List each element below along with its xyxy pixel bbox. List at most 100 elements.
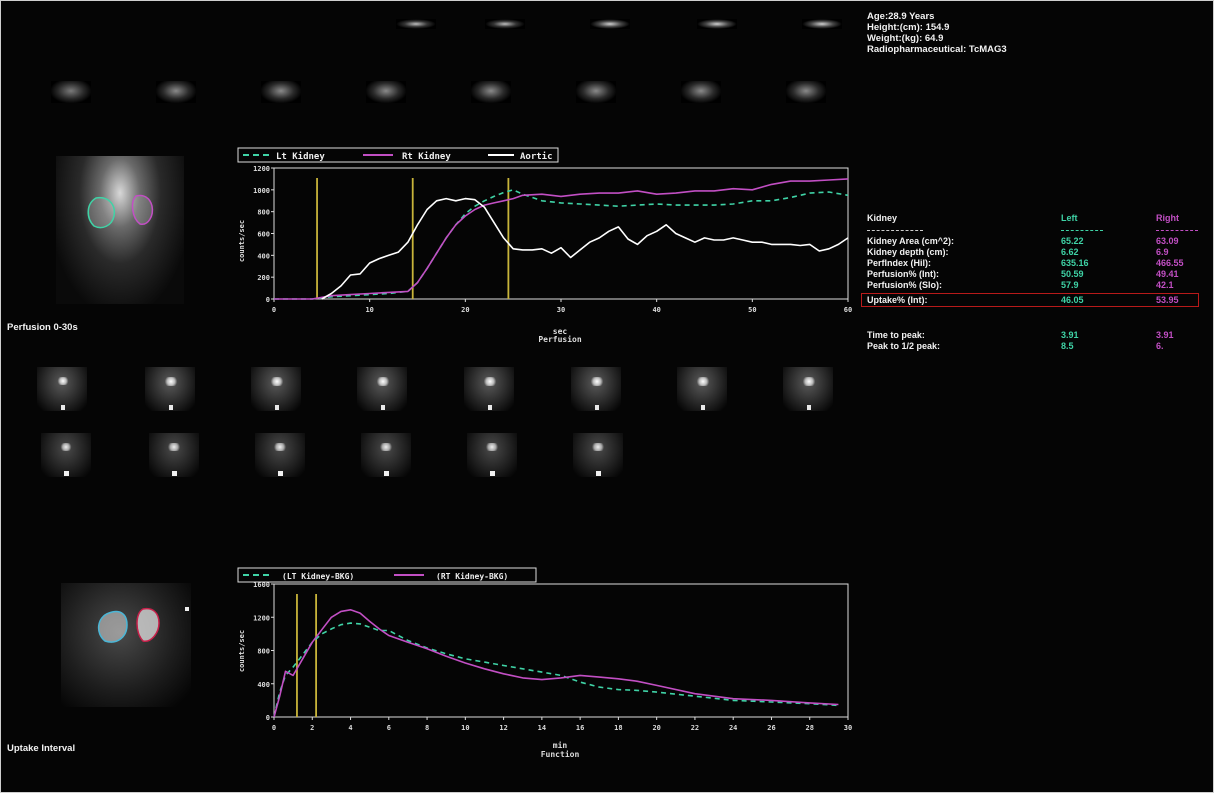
header-rule-right: [1156, 230, 1198, 231]
right-kidney-roi: [131, 194, 154, 225]
frame-thumbnail: [677, 367, 727, 411]
frame-thumbnail: [464, 367, 514, 411]
row-right-value: 6.9: [1156, 247, 1169, 257]
function-ylabel: counts/sec: [238, 630, 246, 672]
y-tick-label: 600: [257, 231, 270, 239]
header-rule-left: [1061, 230, 1103, 231]
left-kidney-roi: [87, 196, 116, 229]
frame-thumbnail: [590, 19, 630, 29]
frame-thumbnail: [802, 19, 842, 29]
frame-thumbnail: [396, 19, 436, 29]
row-label: Kidney depth (cm):: [867, 247, 949, 257]
legend-label-rt-kidney-bkg: (RT Kidney-BKG): [436, 571, 508, 581]
y-tick-label: 800: [257, 209, 270, 217]
x-tick-label: 8: [425, 724, 429, 732]
timing-right-value: 6.: [1156, 341, 1164, 351]
function-plot-frame: [273, 583, 849, 718]
left-kidney-roi: [97, 610, 128, 643]
perfusion-title: Perfusion: [538, 334, 582, 344]
x-tick-label: 14: [538, 724, 546, 732]
renogram-report: Perfusion 0-30s Lt Kidney Rt Kidney Aort…: [0, 0, 1214, 793]
row-left-value: 57.9: [1061, 280, 1079, 290]
y-tick-label: 1600: [253, 581, 270, 589]
x-tick-label: 30: [844, 724, 852, 732]
legend-label-lt-kidney-bkg: (LT Kidney-BKG): [282, 571, 354, 581]
function-plot-area: 0 2 4 6 8 10 12 14 16 18 20 22 24 26 28 300400800120016…: [253, 581, 852, 732]
timing-label: Peak to 1/2 peak:: [867, 341, 941, 351]
row-label: Perfusion% (Slo):: [867, 280, 943, 290]
x-tick-label: 22: [691, 724, 699, 732]
perfusion-ylabel: counts/sec: [238, 220, 246, 262]
x-tick-label: 50: [748, 306, 756, 314]
y-tick-label: 400: [257, 252, 270, 260]
perfusion-caption: Perfusion 0-30s: [7, 322, 78, 333]
frame-thumbnail: [145, 367, 195, 411]
x-tick-label: 2: [310, 724, 314, 732]
y-tick-label: 800: [257, 648, 270, 656]
frame-thumbnail: [251, 367, 301, 411]
header-rule: [867, 230, 923, 231]
row-left-value: 65.22: [1061, 236, 1084, 246]
frame-thumbnail: [37, 367, 87, 411]
frame-thumbnail: [255, 433, 305, 477]
frame-thumbnail: [41, 433, 91, 477]
row-label: Kidney Area (cm^2):: [867, 236, 954, 246]
series-line-aortic: [321, 197, 849, 300]
perfusion-plot-area: 0 10 20 30 40 50 60020040060080010001200: [253, 165, 852, 314]
row-left-value: 46.05: [1061, 295, 1084, 305]
row-label: Uptake% (Int):: [867, 295, 928, 305]
x-tick-label: 20: [461, 306, 469, 314]
patient-age: Age:28.9 Years: [867, 11, 935, 22]
frame-thumbnail: [681, 81, 721, 103]
frame-thumbnail: [576, 81, 616, 103]
radiopharmaceutical: Radiopharmaceutical: TcMAG3: [867, 44, 1007, 55]
frame-thumbnail: [467, 433, 517, 477]
row-label: PerfIndex (Hil):: [867, 258, 932, 268]
timing-label: Time to peak:: [867, 330, 925, 340]
frame-thumbnail: [573, 433, 623, 477]
function-chart: (LT Kidney-BKG) (RT Kidney-BKG) counts/s…: [237, 567, 852, 759]
row-right-value: 42.1: [1156, 280, 1174, 290]
row-right-value: 49.41: [1156, 269, 1179, 279]
x-tick-label: 40: [652, 306, 660, 314]
series-line-rt-kidney: [274, 178, 849, 300]
patient-info: Age:28.9 Years Height:(cm): 154.9 Weight…: [867, 11, 1007, 55]
frame-thumbnail: [571, 367, 621, 411]
marker-dot: [185, 607, 189, 611]
table-header-right: Right: [1156, 213, 1179, 223]
table-header-left: Left: [1061, 213, 1078, 223]
x-tick-label: 28: [806, 724, 814, 732]
x-tick-label: 0: [272, 306, 276, 314]
x-tick-label: 0: [272, 724, 276, 732]
y-tick-label: 400: [257, 681, 270, 689]
y-tick-label: 1000: [253, 187, 270, 195]
patient-weight: Weight:(kg): 64.9: [867, 33, 944, 44]
perfusion-chart: Lt Kidney Rt Kidney Aortic counts/sec se…: [237, 147, 852, 344]
y-tick-label: 1200: [253, 614, 270, 622]
timing-right-value: 3.91: [1156, 330, 1174, 340]
x-tick-label: 4: [348, 724, 352, 732]
row-right-value: 466.55: [1156, 258, 1184, 268]
x-tick-label: 26: [767, 724, 775, 732]
frame-thumbnail: [51, 81, 91, 103]
x-tick-label: 12: [499, 724, 507, 732]
frame-thumbnail: [786, 81, 826, 103]
frame-thumbnail: [149, 433, 199, 477]
x-tick-label: 30: [557, 306, 565, 314]
timing-left-value: 8.5: [1061, 341, 1074, 351]
row-left-value: 635.16: [1061, 258, 1089, 268]
row-right-value: 53.95: [1156, 295, 1179, 305]
x-tick-label: 60: [844, 306, 852, 314]
frame-thumbnail: [485, 19, 525, 29]
frame-thumbnail: [357, 367, 407, 411]
legend-label-rt-kidney: Rt Kidney: [402, 151, 451, 162]
row-left-value: 6.62: [1061, 247, 1079, 257]
function-xlabel: min: [553, 740, 568, 750]
x-tick-label: 20: [652, 724, 660, 732]
frame-thumbnail: [471, 81, 511, 103]
row-right-value: 63.09: [1156, 236, 1179, 246]
x-tick-label: 24: [729, 724, 737, 732]
uptake-roi-image: [61, 583, 191, 707]
x-tick-label: 10: [461, 724, 469, 732]
series-line-lt-kidney: [274, 188, 849, 300]
